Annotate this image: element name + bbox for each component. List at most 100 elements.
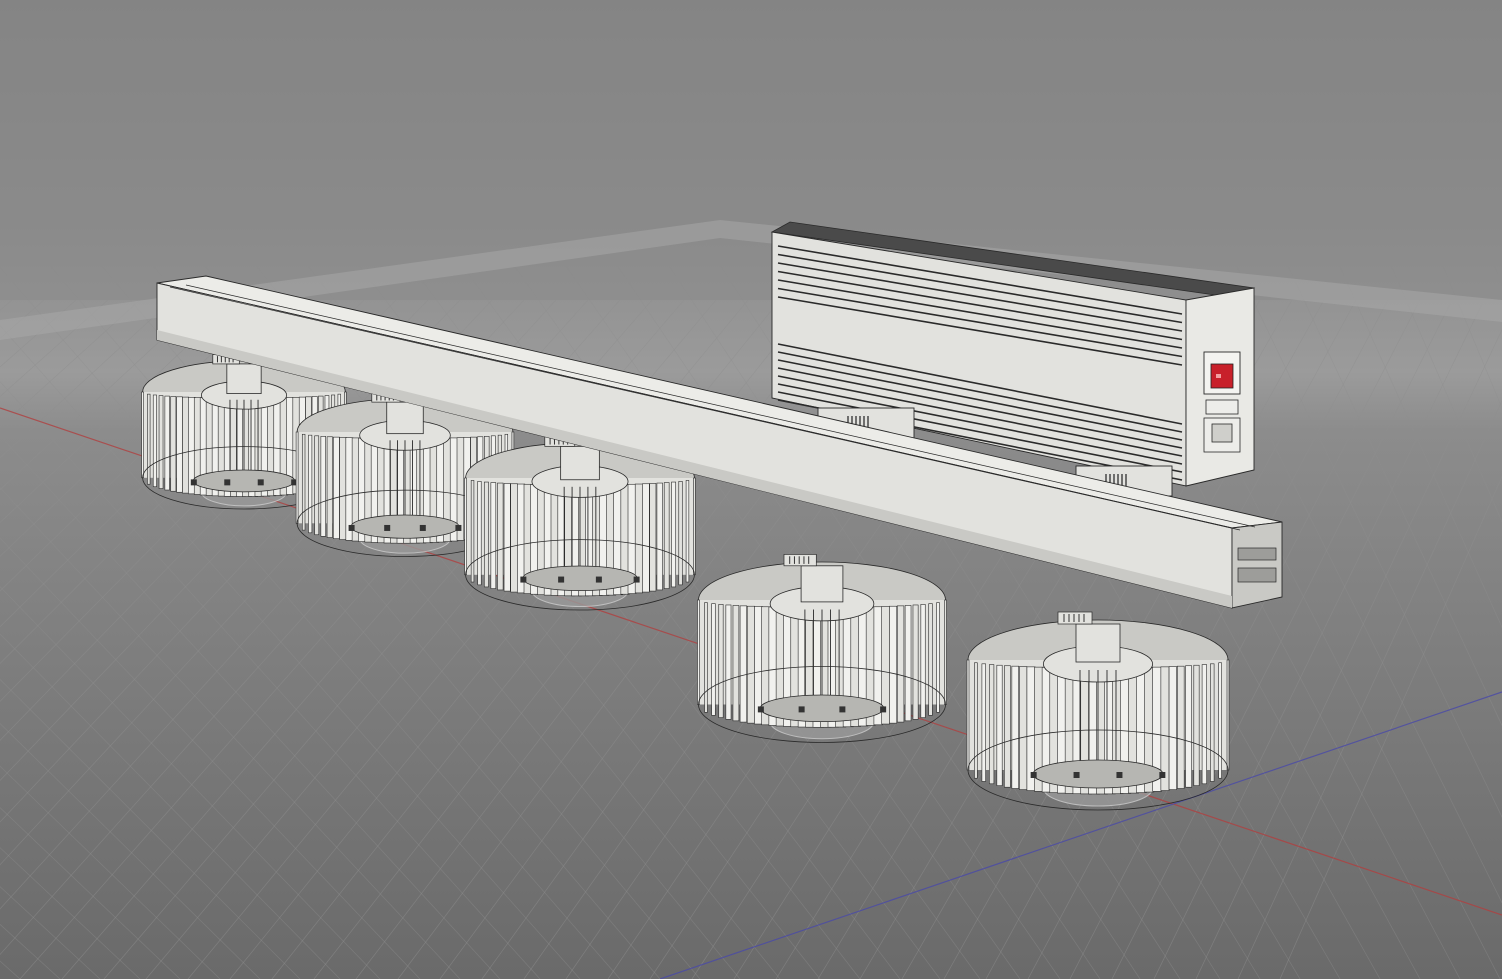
fixtures-front-group — [697, 554, 1230, 811]
fin — [164, 395, 170, 491]
grid-line — [0, 765, 221, 979]
fin — [739, 605, 748, 723]
fin — [685, 480, 690, 583]
grid-line — [1431, 239, 1502, 409]
fin — [981, 663, 986, 782]
bottom-ring — [350, 514, 460, 539]
fin — [649, 483, 657, 592]
heatsink-fixture — [697, 554, 947, 743]
foot — [633, 576, 640, 583]
fin — [1185, 665, 1192, 788]
fin — [718, 604, 724, 718]
fin — [339, 437, 347, 540]
grid-line — [1379, 239, 1502, 523]
fin — [912, 604, 919, 720]
sky-area — [0, 0, 1502, 300]
foot — [419, 524, 426, 531]
foot — [1073, 772, 1080, 778]
model-scene[interactable] — [0, 0, 1502, 979]
fin — [314, 435, 320, 536]
fin — [663, 482, 670, 589]
foot — [595, 576, 602, 583]
fin — [1201, 664, 1207, 785]
fin — [642, 483, 650, 593]
foot — [1116, 772, 1123, 778]
fin — [920, 604, 926, 718]
grid-line — [1483, 239, 1502, 286]
fin — [678, 481, 683, 586]
bottom-ring — [759, 694, 885, 723]
fin — [490, 482, 497, 589]
fin — [896, 605, 905, 723]
fin — [889, 605, 898, 724]
fin — [510, 483, 518, 593]
foot — [348, 524, 355, 531]
cad-3d-viewport[interactable] — [0, 0, 1502, 979]
grid-line — [0, 886, 101, 979]
fin — [170, 396, 177, 492]
mount-post — [1075, 623, 1121, 663]
foot — [520, 576, 527, 583]
fin — [1210, 663, 1215, 782]
fin — [333, 436, 340, 539]
fin — [182, 396, 190, 494]
fin — [711, 603, 716, 716]
fin — [503, 483, 511, 592]
fin — [671, 481, 677, 588]
bottom-ring — [192, 469, 296, 493]
fin — [326, 436, 333, 538]
fin — [693, 477, 696, 576]
fuse-holder — [1205, 399, 1239, 415]
grid-line — [1237, 399, 1502, 979]
fin — [966, 659, 970, 771]
fin — [477, 481, 482, 586]
grid-line — [0, 299, 77, 368]
clip — [1057, 611, 1093, 625]
foot — [190, 479, 197, 486]
fin — [320, 436, 326, 537]
fin — [147, 393, 151, 485]
grid-line — [1327, 239, 1502, 629]
grid-line — [0, 807, 181, 979]
fin — [1004, 665, 1011, 788]
foot — [839, 706, 846, 713]
fin — [308, 434, 313, 534]
fin — [732, 605, 740, 722]
mount-post — [386, 401, 424, 435]
foot — [1030, 772, 1037, 778]
fin — [989, 664, 995, 785]
fin — [1019, 666, 1028, 790]
fin — [1011, 665, 1020, 789]
grid-line — [0, 847, 141, 979]
fin — [656, 482, 663, 591]
fin — [152, 394, 157, 488]
foot — [384, 524, 391, 531]
foot — [558, 576, 565, 583]
fin — [295, 431, 299, 524]
mount-post — [226, 363, 262, 394]
heatsink-fixture — [966, 611, 1230, 811]
grid-line — [0, 299, 45, 339]
fin — [944, 599, 947, 705]
mount-post — [800, 565, 844, 603]
fin — [464, 477, 467, 576]
clip — [783, 554, 817, 567]
foot — [798, 706, 805, 713]
fin — [928, 603, 933, 716]
fin — [470, 480, 475, 583]
fin — [158, 395, 164, 489]
foot — [257, 479, 264, 486]
fin — [483, 481, 489, 588]
fin — [996, 664, 1003, 786]
grid-line — [0, 299, 141, 428]
rail-end — [1231, 521, 1283, 609]
fin — [746, 605, 755, 724]
fin — [936, 602, 940, 713]
fin — [1168, 666, 1177, 790]
power-switch — [1210, 363, 1234, 389]
iec-socket-inner — [1211, 423, 1233, 443]
fin — [1193, 664, 1200, 786]
foot — [224, 479, 231, 486]
bottom-ring — [1032, 759, 1164, 789]
fin — [697, 599, 700, 705]
